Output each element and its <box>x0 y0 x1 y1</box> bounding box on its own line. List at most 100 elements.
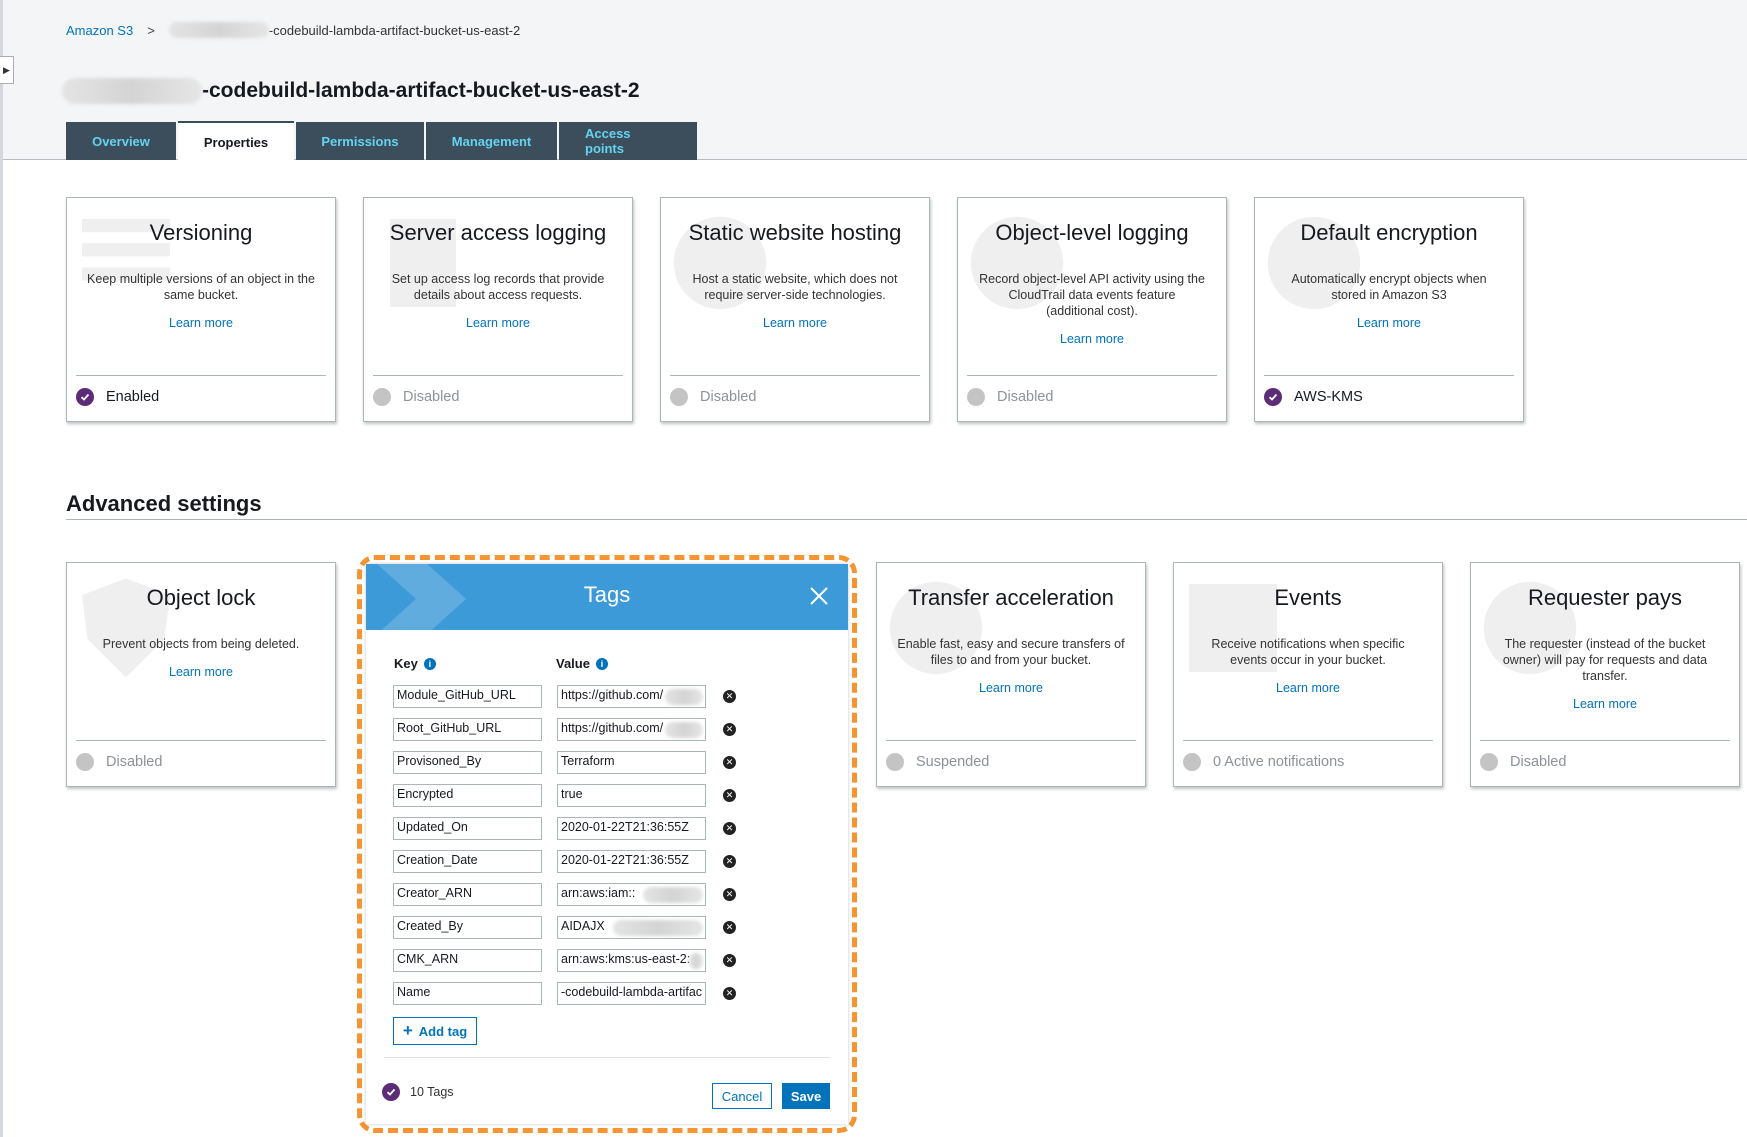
tag-value-input[interactable]: Terraform <box>557 751 706 774</box>
cancel-button[interactable]: Cancel <box>712 1083 772 1109</box>
disabled-dot-icon <box>76 753 94 771</box>
card-description-text: Enable fast, easy and secure transfers o… <box>897 637 1125 667</box>
tag-key-input[interactable]: Module_GitHub_URL <box>393 685 542 708</box>
object-lock-card[interactable]: Object lock Prevent objects from being d… <box>66 562 336 787</box>
check-circle-icon <box>76 388 94 406</box>
tag-key-input[interactable]: Root_GitHub_URL <box>393 718 542 741</box>
learn-more-link[interactable]: Learn more <box>87 315 315 331</box>
remove-tag-icon[interactable]: ✕ <box>723 723 736 736</box>
check-circle-icon <box>1264 388 1282 406</box>
tag-value-input[interactable]: true <box>557 784 706 807</box>
status-text: Disabled <box>106 754 163 770</box>
divider <box>373 375 623 376</box>
status-indicator: Disabled <box>373 388 459 406</box>
learn-more-link[interactable]: Learn more <box>681 315 909 331</box>
info-icon[interactable]: i <box>595 657 608 670</box>
bucket-name: -codebuild-lambda-artifact-bucket-us-eas… <box>202 79 640 102</box>
transfer-acceleration-card[interactable]: Transfer acceleration Enable fast, easy … <box>876 562 1146 787</box>
info-icon[interactable]: i <box>423 657 436 670</box>
tag-value-input[interactable]: https://github.com/ <box>557 685 706 708</box>
status-indicator: Disabled <box>967 388 1053 406</box>
tag-key-input[interactable]: Creator_ARN <box>393 883 542 906</box>
tab-properties[interactable]: Properties <box>178 121 294 161</box>
remove-tag-icon[interactable]: ✕ <box>723 855 736 868</box>
tags-panel-header: Tags <box>366 564 848 630</box>
tag-value-input[interactable]: 2020-01-22T21:36:55Z <box>557 850 706 873</box>
redacted-text <box>62 78 202 104</box>
card-description: Set up access log records that provide d… <box>384 271 612 331</box>
learn-more-link[interactable]: Learn more <box>897 680 1125 696</box>
tag-value-text: arn:aws:kms:us-east-2: <box>561 952 691 966</box>
add-tag-button[interactable]: + Add tag <box>393 1017 477 1045</box>
static-website-hosting-card[interactable]: Static website hosting Host a static web… <box>660 197 930 422</box>
tag-key-input[interactable]: Created_By <box>393 916 542 939</box>
object-level-logging-card[interactable]: Object-level logging Record object-level… <box>957 197 1227 422</box>
default-encryption-card[interactable]: Default encryption Automatically encrypt… <box>1254 197 1524 422</box>
tab-management[interactable]: Management <box>426 122 557 160</box>
save-button[interactable]: Save <box>782 1083 830 1109</box>
tab-access-points[interactable]: Access points <box>559 122 697 160</box>
status-indicator: Suspended <box>886 753 989 771</box>
breadcrumb-bucket-label: -codebuild-lambda-artifact-bucket-us-eas… <box>268 22 521 38</box>
redacted-text <box>665 689 703 705</box>
remove-tag-icon[interactable]: ✕ <box>723 954 736 967</box>
learn-more-link[interactable]: Learn more <box>384 315 612 331</box>
disabled-dot-icon <box>1480 753 1498 771</box>
disabled-dot-icon <box>670 388 688 406</box>
server-access-logging-card[interactable]: Server access logging Set up access log … <box>363 197 633 422</box>
remove-tag-icon[interactable]: ✕ <box>723 921 736 934</box>
tag-key-input[interactable]: Provisoned_By <box>393 751 542 774</box>
events-card[interactable]: Events Receive notifications when specif… <box>1173 562 1443 787</box>
value-column-header: Value i <box>556 656 608 671</box>
divider <box>76 375 326 376</box>
tag-value-input[interactable]: arn:aws:iam:: <box>557 883 706 906</box>
redacted-text <box>643 887 703 903</box>
disabled-dot-icon <box>967 388 985 406</box>
tab-permissions[interactable]: Permissions <box>296 122 424 160</box>
learn-more-link[interactable]: Learn more <box>1275 315 1503 331</box>
divider <box>1480 740 1730 741</box>
tag-key-input[interactable]: Encrypted <box>393 784 542 807</box>
status-indicator: Disabled <box>1480 753 1566 771</box>
card-description: Host a static website, which does not re… <box>681 271 909 331</box>
status-indicator: Disabled <box>670 388 756 406</box>
tag-key-input[interactable]: Updated_On <box>393 817 542 840</box>
remove-tag-icon[interactable]: ✕ <box>723 789 736 802</box>
close-icon[interactable] <box>808 585 830 607</box>
status-indicator: 0 Active notifications <box>1183 753 1344 771</box>
tab-overview[interactable]: Overview <box>66 122 176 160</box>
breadcrumb-amazon-s3-link[interactable]: Amazon S3 <box>66 23 133 38</box>
versioning-card[interactable]: Versioning Keep multiple versions of an … <box>66 197 336 422</box>
remove-tag-icon[interactable]: ✕ <box>723 888 736 901</box>
tag-key-input[interactable]: Creation_Date <box>393 850 542 873</box>
remove-tag-icon[interactable]: ✕ <box>723 756 736 769</box>
card-title: Static website hosting <box>688 220 902 245</box>
tag-value-text: AIDAJX <box>561 919 605 933</box>
card-description-text: Automatically encrypt objects when store… <box>1291 272 1487 302</box>
remove-tag-icon[interactable]: ✕ <box>723 987 736 1000</box>
card-description-text: Record object-level API activity using t… <box>979 272 1205 318</box>
tag-value-input[interactable]: https://github.com/ <box>557 718 706 741</box>
plus-icon: + <box>402 1021 413 1040</box>
tag-value-input[interactable]: AIDAJX <box>557 916 706 939</box>
learn-more-link[interactable]: Learn more <box>87 664 315 680</box>
breadcrumb: Amazon S3 > -codebuild-lambda-artifact-b… <box>66 22 520 38</box>
learn-more-link[interactable]: Learn more <box>978 331 1206 347</box>
tag-value-input[interactable]: arn:aws:kms:us-east-2: <box>557 949 706 972</box>
key-column-header: Key i <box>394 656 436 671</box>
requester-pays-card[interactable]: Requester pays The requester (instead of… <box>1470 562 1740 787</box>
divider <box>66 519 1747 520</box>
remove-tag-icon[interactable]: ✕ <box>723 690 736 703</box>
expand-sidebar-button[interactable]: ▶ <box>0 56 14 84</box>
learn-more-link[interactable]: Learn more <box>1491 696 1719 712</box>
learn-more-link[interactable]: Learn more <box>1194 680 1422 696</box>
tag-value-input[interactable]: -codebuild-lambda-artifac <box>557 982 706 1005</box>
tag-key-input[interactable]: Name <box>393 982 542 1005</box>
card-title: Requester pays <box>1527 585 1683 610</box>
remove-tag-icon[interactable]: ✕ <box>723 822 736 835</box>
divider <box>1264 375 1514 376</box>
card-description: Prevent objects from being deleted. Learn… <box>87 636 315 680</box>
tag-value-input[interactable]: 2020-01-22T21:36:55Z <box>557 817 706 840</box>
card-description: Automatically encrypt objects when store… <box>1275 271 1503 331</box>
tag-key-input[interactable]: CMK_ARN <box>393 949 542 972</box>
